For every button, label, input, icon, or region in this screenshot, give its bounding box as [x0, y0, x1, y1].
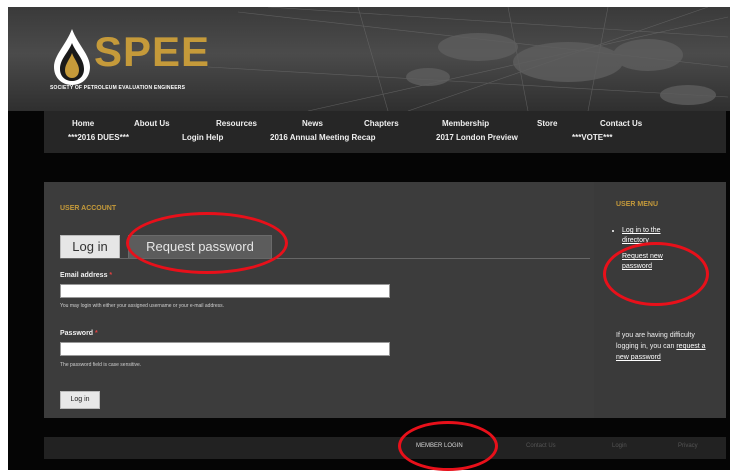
- request-new-password-link[interactable]: Request new password: [622, 253, 663, 270]
- list-item: Log in to the directory: [622, 226, 688, 246]
- user-account-section: USER ACCOUNT Log in Request password Ema…: [44, 182, 594, 418]
- tab-log-in[interactable]: Log in: [60, 235, 120, 259]
- nav-item-vote[interactable]: ***VOTE***: [572, 133, 612, 142]
- content-panel: USER ACCOUNT Log in Request password Ema…: [44, 182, 726, 418]
- footer-contact-us[interactable]: Contact Us: [526, 443, 556, 449]
- main-navigation: Home About Us Resources News Chapters Me…: [44, 111, 726, 153]
- nav-item-login-help[interactable]: Login Help: [182, 133, 223, 142]
- nav-item-annual-meeting[interactable]: 2016 Annual Meeting Recap: [270, 133, 376, 142]
- password-field[interactable]: [60, 342, 390, 356]
- nav-item-dues[interactable]: ***2016 DUES***: [68, 133, 129, 142]
- footer-member-login[interactable]: MEMBER LOGIN: [416, 443, 463, 449]
- spee-logo-subtitle: SOCIETY OF PETROLEUM EVALUATION ENGINEER…: [50, 85, 186, 91]
- email-label: Email address *: [60, 272, 113, 279]
- log-in-button[interactable]: Log in: [60, 391, 100, 409]
- nav-item-london-preview[interactable]: 2017 London Preview: [436, 133, 518, 142]
- user-menu-list: Log in to the directory Request new pass…: [610, 226, 688, 278]
- nav-row-secondary: ***2016 DUES*** Login Help 2016 Annual M…: [44, 133, 726, 145]
- email-help-text: You may login with either your assigned …: [60, 303, 225, 309]
- nav-item-home[interactable]: Home: [72, 119, 94, 128]
- spee-drop-logo-icon: [54, 29, 90, 85]
- spee-logo-text: SPEE: [94, 28, 211, 75]
- nav-row-primary: Home About Us Resources News Chapters Me…: [44, 119, 726, 131]
- nav-item-contact-us[interactable]: Contact Us: [600, 119, 642, 128]
- user-account-title: USER ACCOUNT: [60, 205, 117, 212]
- login-difficulty-note: If you are having difficulty logging in,…: [616, 332, 706, 361]
- page-frame: SPEE SOCIETY OF PETROLEUM EVALUATION ENG…: [8, 7, 730, 470]
- nav-item-news[interactable]: News: [302, 119, 323, 128]
- password-label: Password *: [60, 330, 98, 337]
- nav-item-store[interactable]: Store: [537, 119, 557, 128]
- list-item: Request new password: [622, 252, 688, 272]
- email-field[interactable]: [60, 284, 390, 298]
- nav-item-chapters[interactable]: Chapters: [364, 119, 399, 128]
- footer-login[interactable]: Login: [612, 443, 627, 449]
- nav-item-membership[interactable]: Membership: [442, 119, 489, 128]
- user-menu-title: USER MENU: [616, 201, 659, 208]
- header-banner: SPEE SOCIETY OF PETROLEUM EVALUATION ENG…: [8, 7, 730, 111]
- footer-privacy[interactable]: Privacy: [678, 443, 698, 449]
- password-help-text: The password field is case sensitive.: [60, 362, 142, 368]
- tab-request-password[interactable]: Request password: [128, 235, 272, 259]
- nav-item-resources[interactable]: Resources: [216, 119, 257, 128]
- user-menu-sidebar: USER MENU Log in to the directory Reques…: [602, 182, 726, 418]
- footer-bar: MEMBER LOGIN Contact Us Login Privacy: [44, 437, 726, 459]
- tab-divider: [60, 258, 590, 259]
- nav-item-about-us[interactable]: About Us: [134, 119, 170, 128]
- log-in-directory-link[interactable]: Log in to the directory: [622, 227, 661, 244]
